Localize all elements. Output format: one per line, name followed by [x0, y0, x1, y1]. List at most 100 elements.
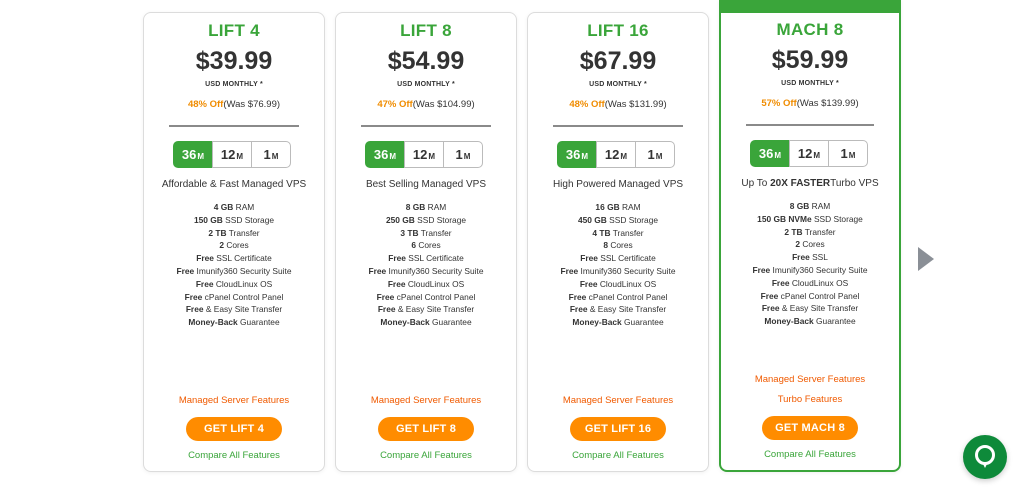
term-selector: 36 M 12 M 1M: [365, 141, 487, 168]
price-period: USD MONTHLY *: [781, 80, 839, 87]
get-lift-4-button[interactable]: GET LIFT 4: [186, 417, 282, 441]
feature-item: 4 GB RAM: [213, 202, 255, 212]
feature-item: Free Imunify360 Security Suite: [176, 265, 292, 276]
feature-item: 2 TB Transfer: [208, 227, 260, 238]
price-period: USD MONTHLY *: [205, 81, 263, 88]
plan-price: $67.99: [579, 47, 657, 75]
feature-item: 250 GB SSD Storage: [385, 214, 467, 225]
feature-item: 8 Cores: [603, 240, 633, 251]
feature-item: Free SSL Certificate: [196, 253, 272, 264]
compare-all-features-link[interactable]: Compare All Features: [528, 450, 708, 461]
chat-button[interactable]: [963, 435, 1007, 479]
term-12m-button[interactable]: 12 M: [212, 141, 252, 168]
managed-server-features-link[interactable]: Managed Server Features: [528, 395, 708, 406]
turbo-features-link[interactable]: Turbo Features: [721, 394, 899, 405]
feature-item: Free & Easy Site Transfer: [569, 304, 667, 315]
discount-info: 57% Off(Was $139.99): [721, 98, 899, 109]
get-mach-8-button[interactable]: GET MACH 8: [762, 416, 858, 440]
term-1m-button[interactable]: 1M: [635, 141, 675, 168]
feature-item: Free cPanel Control Panel: [568, 291, 668, 302]
feature-item: Free CloudLinux OS: [387, 278, 465, 289]
plan-tagline: High Powered Managed VPS: [552, 179, 684, 190]
discount-percent: 48% Off: [187, 99, 224, 110]
feature-item: Free cPanel Control Panel: [184, 291, 284, 302]
term-12m-button[interactable]: 12 M: [404, 141, 444, 168]
term-1m-button[interactable]: 1M: [251, 141, 291, 168]
feature-item: Free & Easy Site Transfer: [377, 304, 475, 315]
get-lift-8-button[interactable]: GET LIFT 8: [378, 417, 474, 441]
feature-list: 8 GB RAM 150 GB NVMe SSD Storage 2 TB Tr…: [721, 200, 899, 328]
was-price: (Was $139.99): [796, 98, 859, 109]
feature-item: 150 GB SSD Storage: [193, 214, 275, 225]
managed-server-features-link[interactable]: Managed Server Features: [721, 374, 899, 385]
discount-percent: 47% Off: [377, 99, 413, 110]
feature-item: Money-Back Guarantee: [380, 317, 472, 328]
feature-item: Money-Back Guarantee: [572, 317, 664, 328]
feature-list: 4 GB RAM 150 GB SSD Storage 2 TB Transfe…: [144, 201, 324, 329]
plan-name: MACH 8: [776, 20, 844, 39]
plan-card-lift-4: LIFT 4 $39.99 USD MONTHLY * 48% Off(Was …: [143, 12, 325, 472]
feature-item: 3 TB Transfer: [400, 227, 452, 238]
feature-item: Free SSL: [792, 252, 828, 263]
feature-item: 2 Cores: [219, 240, 249, 251]
plan-name: LIFT 8: [400, 21, 452, 40]
plan-card-mach-8: MACH 8 $59.99 USD MONTHLY * 57% Off(Was …: [719, 0, 901, 472]
term-selector: 36 M 12 M 1M: [750, 140, 872, 167]
feature-item: 8 GB RAM: [789, 201, 831, 211]
term-36m-button[interactable]: 36 M: [557, 141, 597, 168]
feature-item: Free CloudLinux OS: [579, 278, 657, 289]
plan-tagline: Up To 20X FASTERTurbo VPS: [741, 178, 879, 189]
term-1m-button[interactable]: 1M: [828, 140, 868, 167]
feature-item: 2 TB Transfer: [784, 226, 836, 237]
plan-price: $54.99: [387, 47, 465, 75]
discount-info: 48% Off(Was $131.99): [528, 99, 708, 110]
feature-item: Free cPanel Control Panel: [760, 290, 860, 301]
feature-item: Free SSL Certificate: [580, 253, 656, 264]
was-price: (Was $76.99): [223, 99, 281, 110]
feature-item: 2 Cores: [795, 239, 825, 250]
feature-item: 150 GB NVMe SSD Storage: [757, 213, 863, 224]
feature-item: Free SSL Certificate: [388, 253, 464, 264]
term-12m-button[interactable]: 12 M: [596, 141, 636, 168]
divider: [169, 125, 299, 127]
compare-all-features-link[interactable]: Compare All Features: [721, 449, 899, 460]
term-12m-button[interactable]: 12 M: [789, 140, 829, 167]
term-1m-button[interactable]: 1M: [443, 141, 483, 168]
discount-percent: 57% Off: [761, 98, 797, 109]
discount-info: 48% Off(Was $76.99): [144, 99, 324, 110]
compare-all-features-link[interactable]: Compare All Features: [144, 450, 324, 461]
feature-item: 6 Cores: [411, 240, 441, 251]
term-36m-button[interactable]: 36 M: [750, 140, 790, 167]
was-price: (Was $104.99): [412, 99, 475, 110]
feature-item: Free CloudLinux OS: [771, 277, 849, 288]
feature-item: 4 TB Transfer: [592, 227, 644, 238]
compare-all-features-link[interactable]: Compare All Features: [336, 450, 516, 461]
price-period: USD MONTHLY *: [397, 81, 455, 88]
divider: [361, 125, 491, 127]
term-36m-button[interactable]: 36 M: [173, 141, 213, 168]
feature-item: Free Imunify360 Security Suite: [368, 265, 484, 276]
managed-server-features-link[interactable]: Managed Server Features: [336, 395, 516, 406]
plan-card-lift-8: LIFT 8 $54.99 USD MONTHLY * 47% Off(Was …: [335, 12, 517, 472]
feature-list: 8 GB RAM 250 GB SSD Storage 3 TB Transfe…: [336, 201, 516, 329]
get-lift-16-button[interactable]: GET LIFT 16: [570, 417, 666, 441]
managed-server-features-link[interactable]: Managed Server Features: [144, 395, 324, 406]
feature-item: Money-Back Guarantee: [764, 316, 856, 327]
term-36m-button[interactable]: 36 M: [365, 141, 405, 168]
plan-price: $39.99: [195, 47, 273, 75]
discount-percent: 48% Off: [569, 99, 605, 110]
feature-item: Money-Back Guarantee: [188, 317, 280, 328]
feature-item: Free & Easy Site Transfer: [185, 304, 283, 315]
was-price: (Was $131.99): [604, 99, 667, 110]
plan-name: LIFT 4: [208, 21, 260, 40]
term-selector: 36 M 12 M 1M: [173, 141, 295, 168]
plan-price: $59.99: [771, 46, 849, 74]
featured-top-bar: [719, 0, 901, 13]
term-selector: 36 M 12 M 1M: [557, 141, 679, 168]
feature-item: Free & Easy Site Transfer: [761, 303, 859, 314]
divider: [746, 124, 874, 126]
feature-item: 450 GB SSD Storage: [577, 214, 659, 225]
feature-item: 8 GB RAM: [405, 202, 447, 212]
chevron-right-icon[interactable]: [918, 247, 934, 271]
feature-list: 16 GB RAM 450 GB SSD Storage 4 TB Transf…: [528, 201, 708, 329]
